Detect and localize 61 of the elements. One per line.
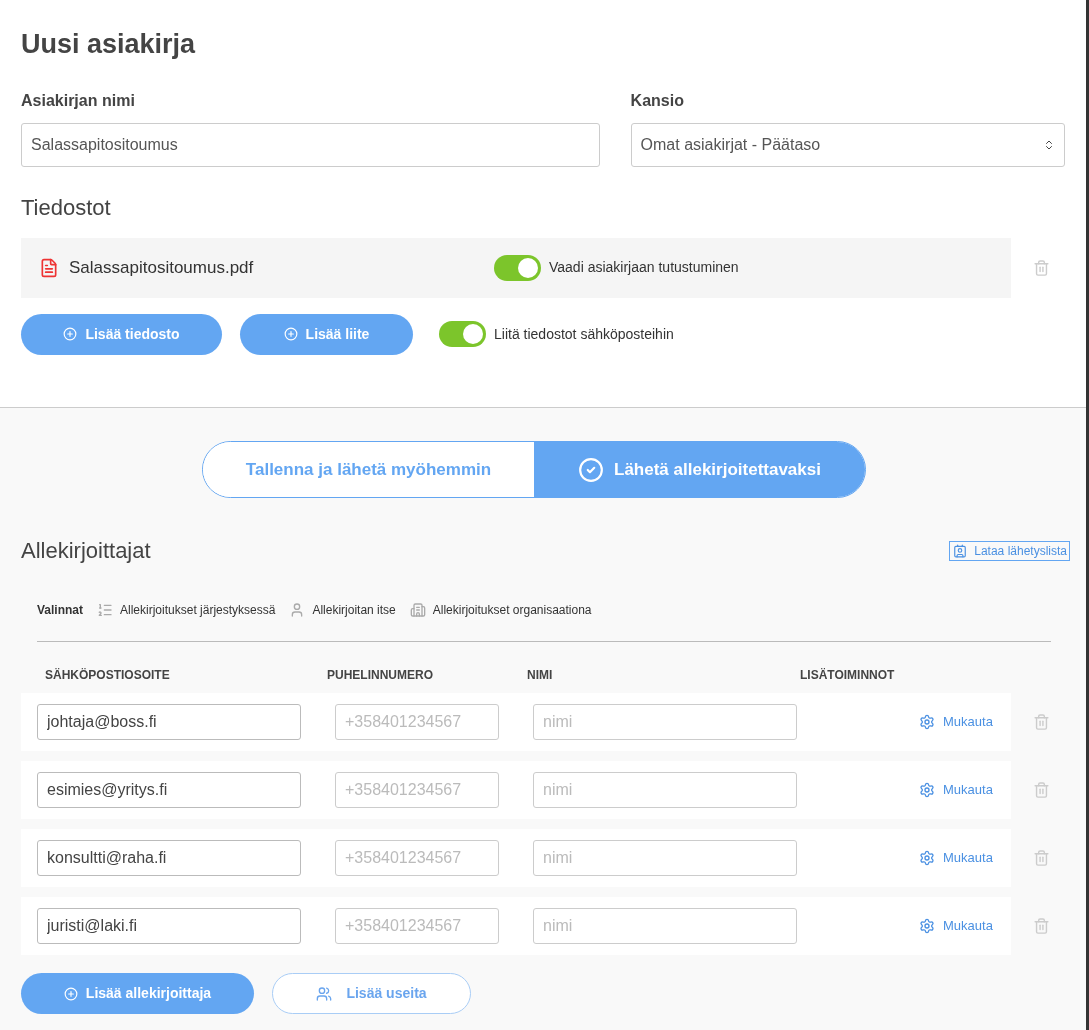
trash-icon[interactable] [1033,781,1050,799]
settings-icon [919,850,935,866]
plus-icon [63,327,78,341]
name-input[interactable]: nimi [533,840,797,876]
toggle-switch[interactable] [439,321,486,347]
add-multiple-button[interactable]: Lisää useita [272,973,471,1014]
check-icon [578,456,605,483]
name-input[interactable]: nimi [533,704,797,740]
phone-input[interactable]: +358401234567 [335,908,499,944]
trash-icon[interactable] [1033,713,1050,731]
phone-input[interactable]: +358401234567 [335,840,499,876]
phone-input[interactable]: +358401234567 [335,772,499,808]
toggle-label: Liitä tiedostot sähköposteihin [494,324,674,344]
trash-icon[interactable] [1033,849,1050,867]
options-label: Valinnat [37,602,83,619]
toggle-label: Vaadi asiakirjaan tutustuminen [549,258,739,277]
mode-tab[interactable]: Tallenna ja lähetä myöhemmin [203,442,534,497]
add-signer-button[interactable]: Lisää allekirjoittaja [21,973,254,1014]
trash-icon[interactable] [1033,258,1050,277]
column-header: PUHELINNUMERO [327,667,434,684]
customize-link[interactable]: Mukauta [919,848,993,868]
folder-select[interactable]: Omat asiakirjat - Päätaso [630,122,1065,167]
pdf-file-icon [39,256,59,279]
email-input[interactable]: konsultti@raha.fi [37,840,301,876]
list-icon [97,602,113,618]
customize-link[interactable]: Mukauta [919,780,993,800]
settings-icon [919,918,935,934]
section-heading: Tiedostot [21,193,112,222]
column-header: LISÄTOIMINNOT [800,667,895,684]
email-input[interactable]: juristi@laki.fi [37,908,301,944]
option-item[interactable]: Allekirjoitan itse [289,601,396,619]
phone-input[interactable]: +358401234567 [335,704,499,740]
name-input[interactable]: Salassapitositoumus [21,122,600,167]
toggle-switch[interactable] [494,254,541,281]
add-button[interactable]: Lisää tiedosto [21,313,222,355]
trash-icon[interactable] [1033,917,1050,935]
contact-icon [952,543,969,558]
people-icon [316,985,333,1002]
name-input[interactable]: nimi [533,908,797,944]
column-header: SÄHKÖPOSTIOSOITE [45,667,171,684]
settings-icon [919,782,935,798]
file-name: Salassapitositoumus.pdf [69,256,255,279]
email-input[interactable]: esimies@yritys.fi [37,772,301,808]
option-item[interactable]: Allekirjoitukset järjestyksessä [97,601,276,619]
name-input[interactable]: nimi [533,772,797,808]
field-label: Kansio [630,90,685,111]
customize-link[interactable]: Mukauta [919,916,993,936]
option-item[interactable]: Allekirjoitukset organisaationa [409,601,592,619]
mode-tab[interactable]: Lähetä allekirjoitettavaksi [534,442,865,497]
download-list-link[interactable]: Lataa lähetyslista [949,540,1070,561]
settings-icon [919,714,935,730]
page-title: Uusi asiakirja [21,28,197,61]
building-icon [409,602,426,618]
customize-link[interactable]: Mukauta [919,712,993,732]
email-input[interactable]: johtaja@boss.fi [37,704,301,740]
section-heading: Allekirjoittajat [21,537,151,565]
field-label: Asiakirjan nimi [21,90,136,111]
plus-icon [63,986,78,1001]
add-button[interactable]: Lisää liite [240,313,413,355]
plus-icon [283,327,298,341]
column-header: NIMI [527,667,554,684]
